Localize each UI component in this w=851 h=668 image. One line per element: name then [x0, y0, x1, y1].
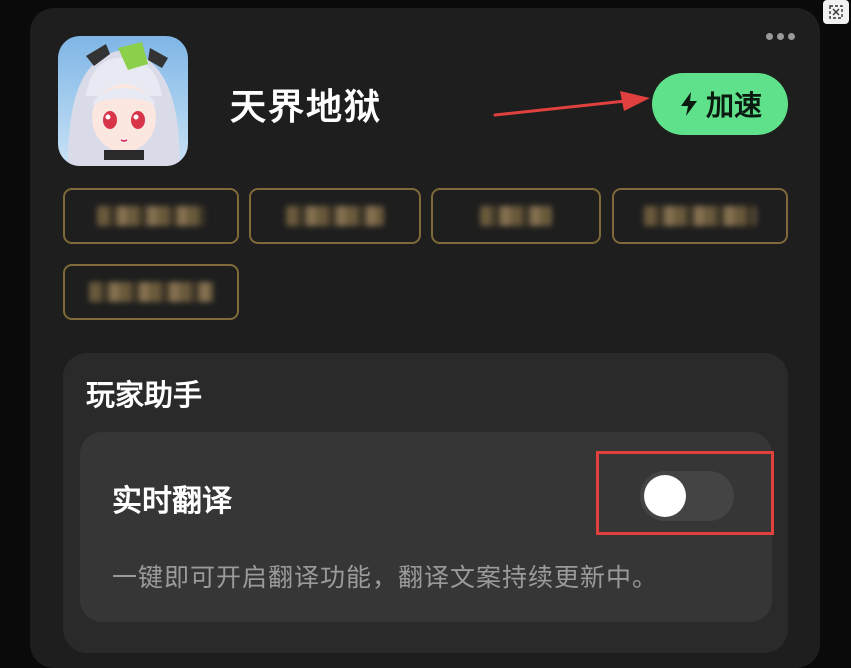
- game-tag: [249, 188, 421, 244]
- toggle-knob: [644, 475, 686, 517]
- game-tag: [63, 188, 239, 244]
- assistant-section-title: 玩家助手: [86, 378, 203, 412]
- game-tag: [612, 188, 788, 244]
- boost-label: 加速: [705, 90, 762, 121]
- game-tag: [431, 188, 601, 244]
- arrow-annotation-icon: [493, 91, 650, 117]
- game-tag-label: [286, 206, 384, 226]
- game-avatar: [58, 36, 188, 166]
- game-tag-label: [480, 206, 552, 226]
- close-corner-icon[interactable]: [823, 0, 849, 24]
- game-tag-label: [89, 282, 213, 302]
- translate-feature-description: 一键即可开启翻译功能，翻译文案持续更新中。: [112, 563, 659, 592]
- translate-toggle[interactable]: [640, 471, 734, 521]
- boost-button[interactable]: 加速: [652, 73, 788, 135]
- lightning-icon: [680, 92, 697, 116]
- game-tag-label: [97, 206, 205, 226]
- game-tag: [63, 264, 239, 320]
- game-tag-label: [644, 206, 756, 226]
- translate-feature-name: 实时翻译: [112, 484, 232, 519]
- more-dots-icon[interactable]: [766, 33, 795, 40]
- game-title: 天界地狱: [230, 87, 383, 128]
